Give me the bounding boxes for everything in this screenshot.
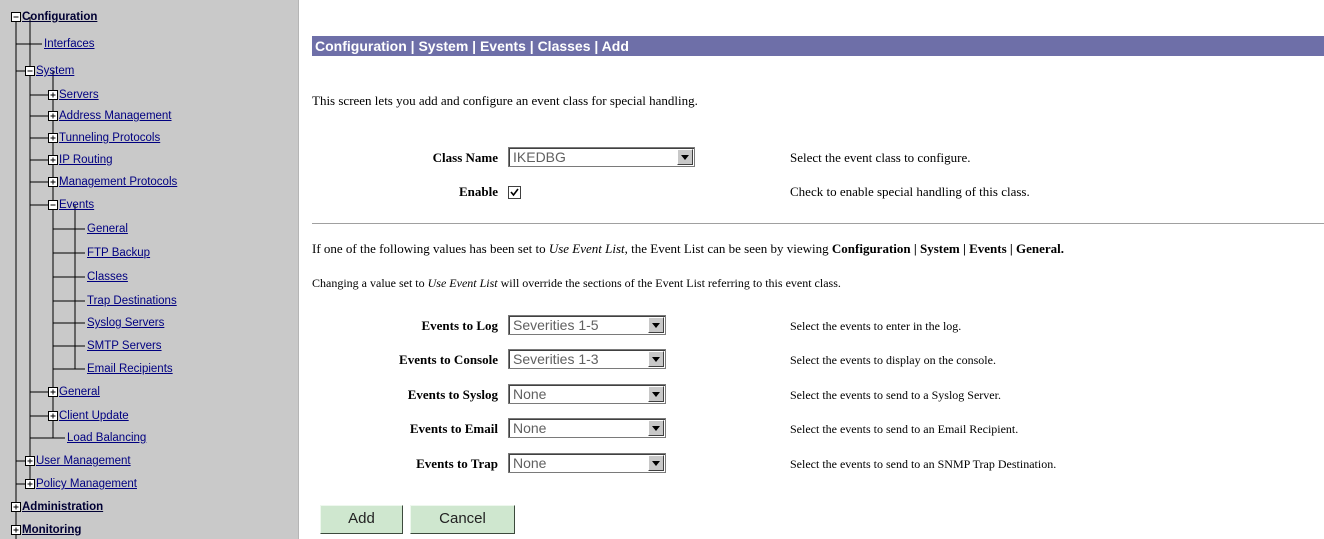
events-to-console-select[interactable]: Severities 1-3: [508, 349, 666, 369]
page-title-bar: Configuration | System | Events | Classe…: [312, 36, 1324, 56]
events-to-email-help: Select the events to send to an Email Re…: [790, 422, 1019, 436]
tree-item-client-update[interactable]: Client Update: [59, 408, 129, 424]
events-to-log-label: Events to Log: [421, 318, 498, 333]
tree-item-syslog-servers[interactable]: Syslog Servers: [87, 315, 164, 331]
breadcrumb: Configuration | System | Events | Classe…: [315, 38, 629, 54]
tree-item-servers[interactable]: Servers: [59, 87, 99, 103]
tree-item-management-protocols[interactable]: Management Protocols: [59, 174, 177, 190]
section-divider: [312, 223, 1324, 225]
tree-item-tunneling-protocols[interactable]: Tunneling Protocols: [59, 130, 160, 146]
tree-item-trap-destinations[interactable]: Trap Destinations: [87, 293, 177, 309]
events-to-syslog-label: Events to Syslog: [407, 387, 498, 402]
events-to-log-select[interactable]: Severities 1-5: [508, 315, 666, 335]
class-name-label: Class Name: [432, 150, 498, 165]
events-to-trap-value: None: [513, 455, 547, 471]
events-to-console-label: Events to Console: [399, 352, 498, 367]
events-to-email-select[interactable]: None: [508, 418, 666, 438]
tree-item-classes[interactable]: Classes: [87, 269, 128, 285]
intro-text: This screen lets you add and configure a…: [312, 93, 698, 108]
enable-checkbox[interactable]: [508, 186, 521, 199]
override-note: Changing a value set to Use Event List w…: [312, 276, 841, 290]
events-to-log-help: Select the events to enter in the log.: [790, 319, 962, 333]
enable-help: Check to enable special handling of this…: [790, 184, 1030, 199]
events-to-email-label: Events to Email: [409, 421, 498, 436]
events-to-email-value: None: [513, 420, 547, 436]
tree-item-email-recipients[interactable]: Email Recipients: [87, 361, 173, 377]
chevron-down-icon[interactable]: [648, 420, 664, 436]
class-name-help: Select the event class to configure.: [790, 150, 971, 165]
checkmark-icon: [510, 188, 519, 197]
chevron-down-icon[interactable]: [648, 351, 664, 367]
tree-item-policy-management[interactable]: Policy Management: [36, 476, 137, 492]
events-to-syslog-value: None: [513, 386, 547, 402]
tree-item-general[interactable]: General: [87, 221, 128, 237]
events-to-trap-select[interactable]: None: [508, 453, 666, 473]
events-to-console-value: Severities 1-3: [513, 351, 599, 367]
tree-item-address-management[interactable]: Address Management: [59, 108, 172, 124]
main-content: Configuration | System | Events | Classe…: [299, 0, 1324, 539]
tree-item-administration[interactable]: Administration: [22, 499, 103, 515]
events-to-log-value: Severities 1-5: [513, 317, 599, 333]
tree-item-system[interactable]: System: [36, 63, 74, 79]
chevron-down-icon[interactable]: [648, 386, 664, 402]
events-to-trap-help: Select the events to send to an SNMP Tra…: [790, 457, 1057, 471]
chevron-down-icon[interactable]: [648, 317, 664, 333]
tree-item-load-balancing[interactable]: Load Balancing: [67, 430, 146, 446]
cancel-button[interactable]: Cancel: [410, 505, 515, 534]
tree-item-monitoring[interactable]: Monitoring: [22, 522, 81, 538]
events-to-syslog-select[interactable]: None: [508, 384, 666, 404]
tree-item-ip-routing[interactable]: IP Routing: [59, 152, 113, 168]
tree-item-user-management[interactable]: User Management: [36, 453, 131, 469]
chevron-down-icon[interactable]: [677, 149, 693, 165]
enable-label: Enable: [458, 184, 498, 199]
events-to-trap-label: Events to Trap: [416, 456, 498, 471]
tree-item-smtp-servers[interactable]: SMTP Servers: [87, 338, 162, 354]
chevron-down-icon[interactable]: [648, 455, 664, 471]
add-button[interactable]: Add: [320, 505, 403, 534]
tree-item-events[interactable]: Events: [59, 197, 94, 213]
class-name-select[interactable]: IKEDBG: [508, 147, 695, 167]
event-list-note: If one of the following values has been …: [312, 241, 1064, 256]
tree-item-ftp-backup[interactable]: FTP Backup: [87, 245, 150, 261]
tree-item-interfaces[interactable]: Interfaces: [44, 36, 95, 52]
tree-item-configuration[interactable]: Configuration: [22, 9, 97, 25]
events-to-syslog-help: Select the events to send to a Syslog Se…: [790, 388, 1001, 402]
class-name-value: IKEDBG: [513, 149, 566, 165]
tree-item-general[interactable]: General: [59, 384, 100, 400]
events-to-console-help: Select the events to display on the cons…: [790, 353, 996, 367]
navigation-tree: Configuration Interfaces System Servers Addr…: [0, 0, 299, 539]
